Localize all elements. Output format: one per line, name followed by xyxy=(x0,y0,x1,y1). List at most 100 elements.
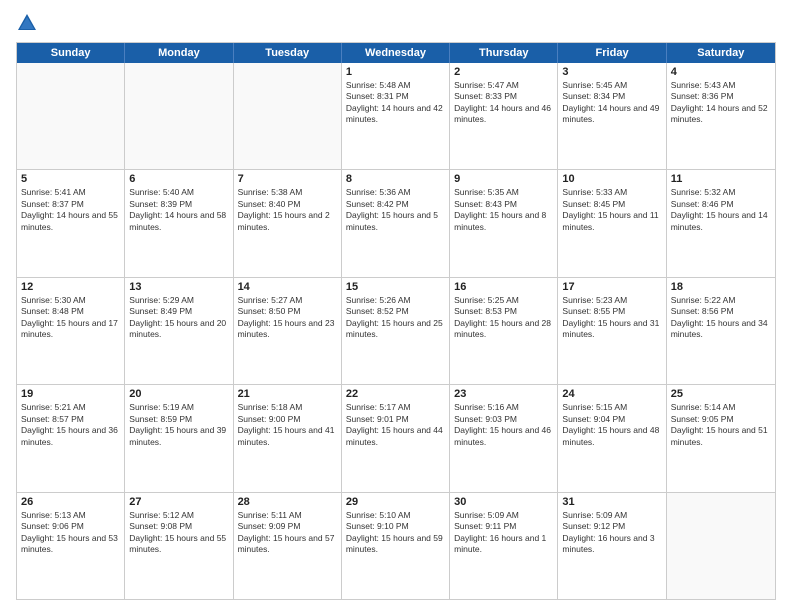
header-cell-wednesday: Wednesday xyxy=(342,43,450,63)
cell-details: Sunrise: 5:43 AMSunset: 8:36 PMDaylight:… xyxy=(671,80,771,126)
header-cell-tuesday: Tuesday xyxy=(234,43,342,63)
day-number: 25 xyxy=(671,388,771,400)
day-cell-28: 28Sunrise: 5:11 AMSunset: 9:09 PMDayligh… xyxy=(234,493,342,599)
cell-details: Sunrise: 5:14 AMSunset: 9:05 PMDaylight:… xyxy=(671,402,771,448)
day-cell-13: 13 Sunrise: 5:29 AMSunset: 8:49 PMDayligh… xyxy=(125,278,233,384)
header-cell-friday: Friday xyxy=(558,43,666,63)
cell-details: Sunrise: 5:16 AMSunset: 9:03 PMDaylight:… xyxy=(454,402,553,448)
day-number: 23 xyxy=(454,388,553,400)
cell-details: Sunrise: 5:48 AMSunset: 8:31 PMDaylight:… xyxy=(346,80,445,126)
day-number: 1 xyxy=(346,66,445,78)
calendar-body: 1 Sunrise: 5:48 AMSunset: 8:31 PMDaylight… xyxy=(17,63,775,599)
day-cell-3: 3Sunrise: 5:45 AMSunset: 8:34 PMDaylight… xyxy=(558,63,666,169)
day-number: 13 xyxy=(129,281,228,293)
day-cell-27: 27 Sunrise: 5:12 AMSunset: 9:08 PMDayligh… xyxy=(125,493,233,599)
empty-cell xyxy=(125,63,233,169)
cell-details: Sunrise: 5:15 AMSunset: 9:04 PMDaylight:… xyxy=(562,402,661,448)
day-cell-15: 15 Sunrise: 5:26 AMSunset: 8:52 PMDayligh… xyxy=(342,278,450,384)
day-cell-20: 20 Sunrise: 5:19 AMSunset: 8:59 PMDayligh… xyxy=(125,385,233,491)
cell-details: Sunrise: 5:19 AMSunset: 8:59 PMDaylight:… xyxy=(129,402,228,448)
day-number: 15 xyxy=(346,281,445,293)
cell-details: Sunrise: 5:09 AMSunset: 9:12 PMDaylight:… xyxy=(562,510,661,556)
day-cell-25: 25 Sunrise: 5:14 AMSunset: 9:05 PMDayligh… xyxy=(667,385,775,491)
day-number: 12 xyxy=(21,281,120,293)
cell-details: Sunrise: 5:35 AMSunset: 8:43 PMDaylight:… xyxy=(454,187,553,233)
cell-details: Sunrise: 5:23 AMSunset: 8:55 PMDaylight:… xyxy=(562,295,661,341)
day-number: 26 xyxy=(21,496,120,508)
day-number: 5 xyxy=(21,173,120,185)
day-cell-1: 1 Sunrise: 5:48 AMSunset: 8:31 PMDaylight… xyxy=(342,63,450,169)
day-number: 20 xyxy=(129,388,228,400)
day-number: 9 xyxy=(454,173,553,185)
day-number: 27 xyxy=(129,496,228,508)
day-cell-24: 24 Sunrise: 5:15 AMSunset: 9:04 PMDayligh… xyxy=(558,385,666,491)
day-cell-5: 5 Sunrise: 5:41 AMSunset: 8:37 PMDaylight… xyxy=(17,170,125,276)
day-number: 24 xyxy=(562,388,661,400)
day-number: 3 xyxy=(562,66,661,78)
day-cell-17: 17Sunrise: 5:23 AMSunset: 8:55 PMDayligh… xyxy=(558,278,666,384)
logo-icon xyxy=(16,12,38,34)
day-cell-23: 23 Sunrise: 5:16 AMSunset: 9:03 PMDayligh… xyxy=(450,385,558,491)
day-number: 14 xyxy=(238,281,337,293)
day-number: 11 xyxy=(671,173,771,185)
day-number: 2 xyxy=(454,66,553,78)
day-cell-16: 16 Sunrise: 5:25 AMSunset: 8:53 PMDayligh… xyxy=(450,278,558,384)
header xyxy=(16,12,776,34)
day-number: 7 xyxy=(238,173,337,185)
day-cell-29: 29Sunrise: 5:10 AMSunset: 9:10 PMDayligh… xyxy=(342,493,450,599)
cell-details: Sunrise: 5:38 AMSunset: 8:40 PMDaylight:… xyxy=(238,187,337,233)
cell-details: Sunrise: 5:32 AMSunset: 8:46 PMDaylight:… xyxy=(671,187,771,233)
day-cell-14: 14 Sunrise: 5:27 AMSunset: 8:50 PMDayligh… xyxy=(234,278,342,384)
cell-details: Sunrise: 5:27 AMSunset: 8:50 PMDaylight:… xyxy=(238,295,337,341)
header-cell-thursday: Thursday xyxy=(450,43,558,63)
day-cell-4: 4 Sunrise: 5:43 AMSunset: 8:36 PMDaylight… xyxy=(667,63,775,169)
day-number: 21 xyxy=(238,388,337,400)
cell-details: Sunrise: 5:41 AMSunset: 8:37 PMDaylight:… xyxy=(21,187,120,233)
day-cell-11: 11 Sunrise: 5:32 AMSunset: 8:46 PMDayligh… xyxy=(667,170,775,276)
day-cell-19: 19Sunrise: 5:21 AMSunset: 8:57 PMDayligh… xyxy=(17,385,125,491)
day-number: 16 xyxy=(454,281,553,293)
day-number: 10 xyxy=(562,173,661,185)
header-cell-saturday: Saturday xyxy=(667,43,775,63)
calendar: SundayMondayTuesdayWednesdayThursdayFrid… xyxy=(16,42,776,600)
cell-details: Sunrise: 5:33 AMSunset: 8:45 PMDaylight:… xyxy=(562,187,661,233)
day-number: 31 xyxy=(562,496,661,508)
day-number: 18 xyxy=(671,281,771,293)
day-cell-2: 2 Sunrise: 5:47 AMSunset: 8:33 PMDaylight… xyxy=(450,63,558,169)
day-cell-6: 6 Sunrise: 5:40 AMSunset: 8:39 PMDaylight… xyxy=(125,170,233,276)
day-number: 19 xyxy=(21,388,120,400)
day-cell-10: 10 Sunrise: 5:33 AMSunset: 8:45 PMDayligh… xyxy=(558,170,666,276)
calendar-week-2: 5 Sunrise: 5:41 AMSunset: 8:37 PMDaylight… xyxy=(17,170,775,277)
logo xyxy=(16,12,40,34)
day-number: 4 xyxy=(671,66,771,78)
day-cell-31: 31 Sunrise: 5:09 AMSunset: 9:12 PMDayligh… xyxy=(558,493,666,599)
cell-details: Sunrise: 5:25 AMSunset: 8:53 PMDaylight:… xyxy=(454,295,553,341)
cell-details: Sunrise: 5:30 AMSunset: 8:48 PMDaylight:… xyxy=(21,295,120,341)
cell-details: Sunrise: 5:13 AMSunset: 9:06 PMDaylight:… xyxy=(21,510,120,556)
empty-cell xyxy=(234,63,342,169)
calendar-week-5: 26 Sunrise: 5:13 AMSunset: 9:06 PMDayligh… xyxy=(17,493,775,599)
cell-details: Sunrise: 5:09 AMSunset: 9:11 PMDaylight:… xyxy=(454,510,553,556)
day-number: 6 xyxy=(129,173,228,185)
day-number: 8 xyxy=(346,173,445,185)
day-number: 22 xyxy=(346,388,445,400)
calendar-week-3: 12 Sunrise: 5:30 AMSunset: 8:48 PMDayligh… xyxy=(17,278,775,385)
cell-details: Sunrise: 5:36 AMSunset: 8:42 PMDaylight:… xyxy=(346,187,445,233)
day-cell-21: 21 Sunrise: 5:18 AMSunset: 9:00 PMDayligh… xyxy=(234,385,342,491)
cell-details: Sunrise: 5:18 AMSunset: 9:00 PMDaylight:… xyxy=(238,402,337,448)
cell-details: Sunrise: 5:29 AMSunset: 8:49 PMDaylight:… xyxy=(129,295,228,341)
cell-details: Sunrise: 5:11 AMSunset: 9:09 PMDaylight:… xyxy=(238,510,337,556)
day-cell-18: 18Sunrise: 5:22 AMSunset: 8:56 PMDayligh… xyxy=(667,278,775,384)
day-cell-30: 30 Sunrise: 5:09 AMSunset: 9:11 PMDayligh… xyxy=(450,493,558,599)
calendar-week-1: 1 Sunrise: 5:48 AMSunset: 8:31 PMDaylight… xyxy=(17,63,775,170)
day-cell-9: 9 Sunrise: 5:35 AMSunset: 8:43 PMDaylight… xyxy=(450,170,558,276)
day-cell-26: 26 Sunrise: 5:13 AMSunset: 9:06 PMDayligh… xyxy=(17,493,125,599)
cell-details: Sunrise: 5:12 AMSunset: 9:08 PMDaylight:… xyxy=(129,510,228,556)
header-cell-monday: Monday xyxy=(125,43,233,63)
cell-details: Sunrise: 5:26 AMSunset: 8:52 PMDaylight:… xyxy=(346,295,445,341)
day-number: 30 xyxy=(454,496,553,508)
cell-details: Sunrise: 5:47 AMSunset: 8:33 PMDaylight:… xyxy=(454,80,553,126)
cell-details: Sunrise: 5:40 AMSunset: 8:39 PMDaylight:… xyxy=(129,187,228,233)
empty-cell xyxy=(17,63,125,169)
page: SundayMondayTuesdayWednesdayThursdayFrid… xyxy=(0,0,792,612)
